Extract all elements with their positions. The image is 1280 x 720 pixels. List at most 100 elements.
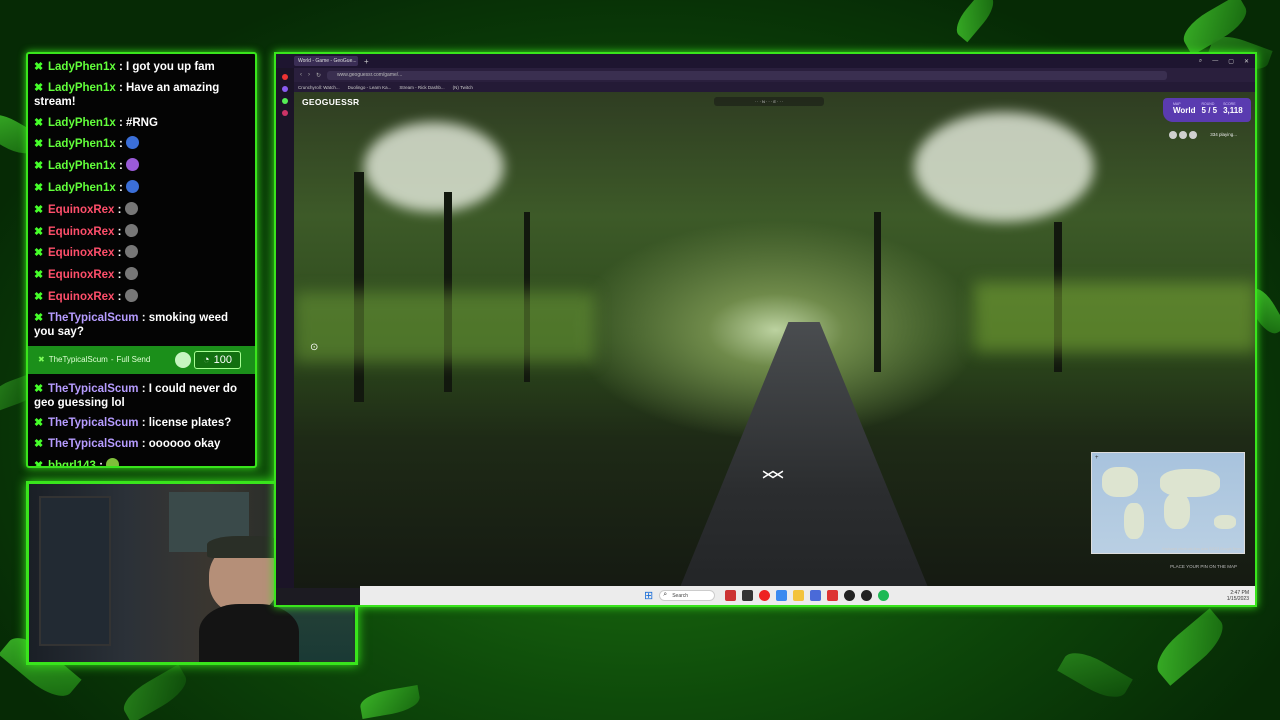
- subscriber-badge-icon: ✖: [34, 61, 44, 73]
- rock-emote: [124, 267, 138, 281]
- ghost-emote: [125, 179, 139, 193]
- redeem-points: 100: [213, 353, 232, 366]
- system-tray[interactable]: 2:47 PM 1/15/2023: [1227, 590, 1249, 602]
- road: [674, 322, 934, 588]
- place-pin-hint[interactable]: PLACE YOUR PIN ON THE MAP: [1170, 564, 1237, 569]
- app-icon[interactable]: [742, 590, 754, 601]
- forward-icon[interactable]: ›: [308, 72, 310, 78]
- chat-username[interactable]: LadyPhen1x: [48, 138, 116, 150]
- windows-start-icon[interactable]: ⊞: [644, 589, 653, 602]
- chat-message: ✖ TheTypicalScum : license plates?: [34, 417, 232, 430]
- geoguessr-logo: GEOGUESSR: [302, 97, 360, 107]
- opera-icon[interactable]: [282, 74, 288, 80]
- map-label: MAP: [1173, 102, 1181, 106]
- app-icon[interactable]: [725, 590, 737, 601]
- street-view-panorama[interactable]: GEOGUESSR · · · N · · · E · · · MAP Worl…: [294, 92, 1255, 588]
- app-icon[interactable]: [810, 590, 822, 601]
- subscriber-badge-icon: ✖: [34, 247, 44, 260]
- africa: [1164, 493, 1190, 529]
- chat-message: ✖ LadyPhen1x :: [34, 179, 249, 195]
- move-arrows-icon[interactable]: ︿ ﹀: [762, 459, 784, 493]
- chat-message-list-after: ✖ TheTypicalScum : I could never do geo g…: [34, 382, 249, 466]
- new-tab-icon[interactable]: +: [364, 57, 369, 66]
- chat-username[interactable]: LadyPhen1x: [48, 61, 116, 73]
- tree-trunk: [354, 172, 364, 402]
- chat-username[interactable]: EquinoxRex: [48, 226, 114, 238]
- rock-emote: [124, 245, 138, 259]
- whatsapp-sidebar-icon[interactable]: [282, 98, 288, 104]
- opera-app-icon[interactable]: [759, 590, 771, 601]
- search-tabs-icon[interactable]: ⌕: [1199, 58, 1202, 65]
- chat-username[interactable]: LadyPhen1x: [48, 117, 116, 129]
- australia: [1214, 515, 1236, 529]
- instagram-sidebar-icon[interactable]: [282, 110, 288, 116]
- chat-username[interactable]: LadyPhen1x: [48, 82, 116, 94]
- bookmark-item[interactable]: Crunchyroll: Watch...: [298, 85, 340, 90]
- chat-message: ✖ LadyPhen1x : Have an amazing stream!: [34, 81, 220, 108]
- chat-username[interactable]: TheTypicalScum: [48, 417, 139, 429]
- chat-username[interactable]: EquinoxRex: [48, 247, 114, 259]
- back-icon[interactable]: ‹: [300, 72, 302, 78]
- spotify-icon[interactable]: [878, 590, 890, 601]
- rock-emote: [124, 201, 138, 215]
- chat-message: ✖ LadyPhen1x : #RNG: [34, 116, 158, 129]
- game-status-hud: MAP World ROUND 5 / 5 SCORE 3,118: [1163, 98, 1251, 122]
- chat-message: ✖ bbgrl143 :: [34, 457, 249, 466]
- app-icon[interactable]: [861, 590, 873, 601]
- bookmark-item[interactable]: Duolingo - Learn Ka...: [348, 85, 392, 90]
- chat-message: ✖ EquinoxRex :: [34, 201, 249, 217]
- chat-username[interactable]: EquinoxRex: [48, 269, 114, 281]
- subscriber-badge-icon: ✖: [34, 203, 44, 216]
- twitch-sidebar-icon[interactable]: [282, 86, 288, 92]
- chat-text: oooooo okay: [148, 438, 221, 451]
- taskbar-search[interactable]: Search: [659, 590, 716, 601]
- chat-username[interactable]: TheTypicalScum: [48, 383, 139, 395]
- maximize-icon[interactable]: ▢: [1228, 58, 1234, 65]
- subscriber-badge-icon: ✖: [34, 225, 44, 238]
- tab-geoguessr[interactable]: World - Game - GeoGue...: [294, 56, 358, 66]
- chat-username[interactable]: LadyPhen1x: [48, 160, 116, 172]
- rock-emote: [124, 288, 138, 302]
- minimize-icon[interactable]: —: [1212, 58, 1218, 65]
- location-pin-icon[interactable]: ⊙: [310, 342, 318, 353]
- reload-icon[interactable]: ↻: [316, 72, 321, 79]
- redeem-icon: ✖: [38, 355, 45, 365]
- obs-icon[interactable]: [844, 590, 856, 601]
- chat-username[interactable]: LadyPhen1x: [48, 182, 116, 194]
- chat-message-list: ✖ LadyPhen1x : I got you up fam ✖ LadyPhen1…: [34, 60, 249, 339]
- chat-panel: ✖ LadyPhen1x : I got you up fam ✖ LadyPhen1…: [26, 52, 257, 468]
- subscriber-badge-icon: ✖: [34, 181, 44, 194]
- tree-trunk: [874, 212, 881, 372]
- chat-username[interactable]: TheTypicalScum: [48, 312, 139, 324]
- chat-username[interactable]: TheTypicalScum: [48, 438, 139, 450]
- bookmark-item[interactable]: (N) Twitch: [453, 85, 473, 90]
- subscriber-badge-icon: ✖: [34, 311, 44, 324]
- chat-message: ✖ TheTypicalScum : I could never do geo g…: [34, 382, 237, 409]
- guess-minimap[interactable]: + Keyboard shortcuts Map data ©2023 Goog…: [1091, 452, 1245, 554]
- chat-message: ✖ LadyPhen1x : I got you up fam: [34, 61, 215, 73]
- file-explorer-icon[interactable]: [793, 590, 805, 601]
- app-icon[interactable]: [827, 590, 839, 601]
- channel-points-redemption: ✖ TheTypicalScum - Full Send ◔ 100: [28, 345, 255, 374]
- rock-emote: [124, 223, 138, 237]
- close-icon[interactable]: ✕: [1244, 58, 1249, 65]
- chat-username[interactable]: bbgrl143: [48, 460, 96, 466]
- score-value: 3,118: [1223, 106, 1243, 115]
- chrome-app-icon[interactable]: [776, 590, 788, 601]
- subscriber-badge-icon: ✖: [34, 160, 44, 173]
- address-bar-row: ‹ › ↻ www.geoguessr.com/game/...: [276, 68, 1255, 82]
- subscriber-badge-icon: ✖: [34, 382, 44, 395]
- leaf-emote: [106, 457, 120, 466]
- north-america: [1102, 467, 1138, 497]
- reward-icon: [175, 351, 191, 368]
- chat-username[interactable]: EquinoxRex: [48, 291, 114, 303]
- subscriber-badge-icon: ✖: [34, 290, 44, 303]
- subscriber-badge-icon: ✖: [34, 438, 44, 451]
- url-field[interactable]: www.geoguessr.com/game/...: [327, 70, 1168, 80]
- subscriber-badge-icon: ✖: [34, 417, 44, 430]
- players-playing: 334 playing...: [1210, 132, 1237, 137]
- zoom-in-icon[interactable]: +: [1095, 455, 1099, 461]
- chat-username[interactable]: EquinoxRex: [48, 204, 114, 216]
- redeem-user: TheTypicalScum: [48, 355, 108, 365]
- bookmark-item[interactable]: Stream - Rick Dashb...: [399, 85, 444, 90]
